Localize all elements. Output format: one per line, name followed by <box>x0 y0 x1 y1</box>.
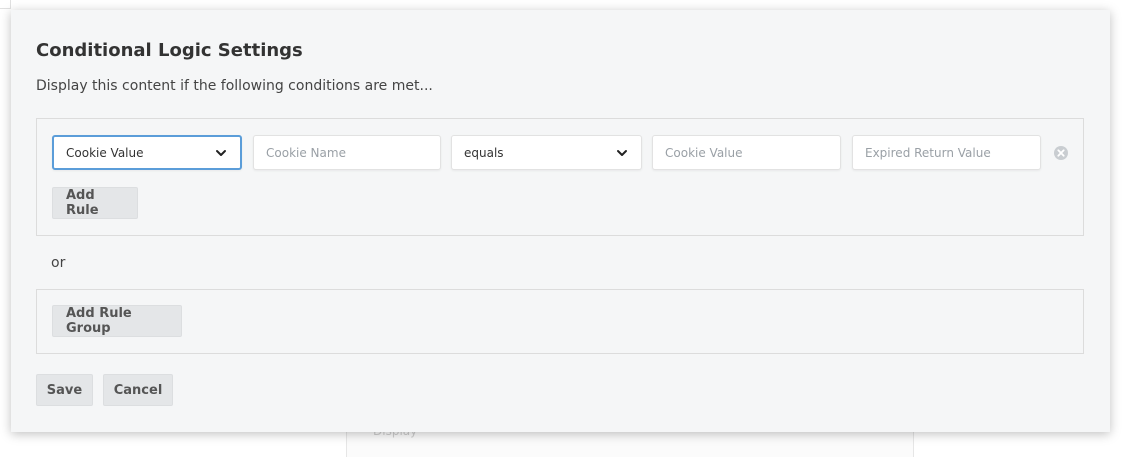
conditional-logic-modal: Conditional Logic Settings Display this … <box>11 10 1110 432</box>
rule-type-value: Cookie Value <box>66 145 144 160</box>
cookie-name-placeholder: Cookie Name <box>266 145 346 160</box>
cookie-name-input[interactable]: Cookie Name <box>253 135 441 170</box>
chevron-down-icon <box>617 149 627 156</box>
rule-group: Cookie Value Cookie Name equals Cookie V… <box>36 118 1084 236</box>
rule-type-select[interactable]: Cookie Value <box>52 135 242 170</box>
background-corner <box>0 0 11 9</box>
add-rule-group-button[interactable]: Add Rule Group <box>52 305 182 337</box>
expired-return-value-input[interactable]: Expired Return Value <box>852 135 1041 170</box>
operator-value: equals <box>464 145 504 160</box>
add-rule-button[interactable]: Add Rule <box>52 187 138 219</box>
chevron-down-icon <box>216 149 226 156</box>
add-rule-group-container: Add Rule Group <box>36 289 1084 354</box>
modal-title: Conditional Logic Settings <box>36 40 303 61</box>
save-button[interactable]: Save <box>36 374 93 406</box>
cancel-button[interactable]: Cancel <box>103 374 173 406</box>
expired-return-value-placeholder: Expired Return Value <box>865 145 991 160</box>
or-separator: or <box>51 255 66 271</box>
cookie-value-placeholder: Cookie Value <box>665 145 743 160</box>
cookie-value-input[interactable]: Cookie Value <box>652 135 841 170</box>
operator-select[interactable]: equals <box>451 135 642 170</box>
close-circle-icon[interactable] <box>1053 145 1069 161</box>
modal-subtitle: Display this content if the following co… <box>36 78 433 94</box>
